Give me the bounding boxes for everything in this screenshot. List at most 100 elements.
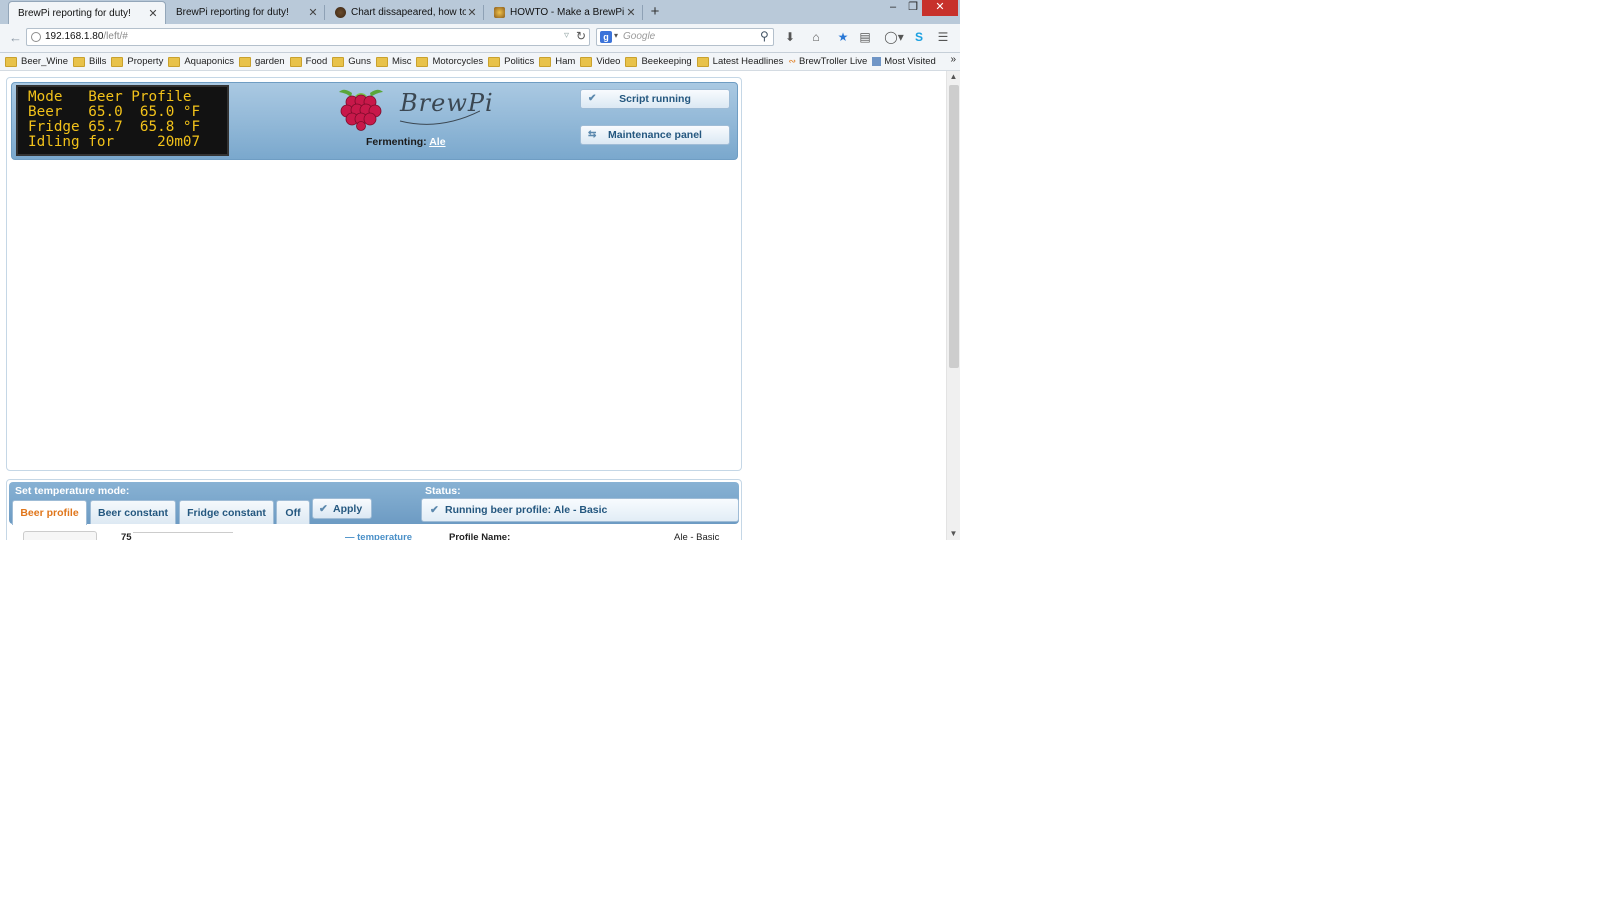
tab-brewpi-2[interactable]: BrewPi reporting for duty! ✕ (167, 1, 325, 24)
search-icon[interactable]: ⚲ (760, 29, 769, 43)
scroll-up-arrow-icon[interactable]: ▲ (947, 71, 960, 83)
bookmark-video[interactable]: Video (580, 56, 620, 67)
bookmark-bills[interactable]: Bills (73, 56, 106, 67)
folder-icon (111, 56, 124, 67)
bookmark-most-visited[interactable]: Most Visited (872, 56, 936, 67)
close-icon[interactable]: ✕ (307, 6, 319, 19)
chart-axis-tick: 75 (121, 532, 132, 540)
folder-icon (625, 56, 638, 67)
close-icon[interactable]: ✕ (625, 6, 637, 19)
scroll-down-arrow-icon[interactable]: ▼ (947, 528, 960, 540)
bookmark-politics[interactable]: Politics (488, 56, 534, 67)
legend-temperature: — temperature (345, 532, 413, 540)
close-icon[interactable]: ✕ (466, 6, 478, 19)
page-icon (872, 57, 882, 66)
profile-selector-partial[interactable] (23, 531, 97, 540)
bookmark-property[interactable]: Property (111, 56, 163, 67)
lcd-line: Idling for 20m07 (28, 134, 201, 150)
google-search-engine-icon[interactable]: g (600, 31, 612, 43)
profile-chart-partial (133, 532, 233, 540)
close-icon[interactable]: ✕ (147, 7, 159, 20)
tab-title: Chart dissapeared, how to ... (351, 7, 466, 18)
fermenting-info: Fermenting: Ale (366, 136, 446, 148)
swap-icon: ⇆ (588, 129, 597, 140)
bookmarks-menu-icon[interactable]: ▤ (858, 30, 872, 44)
tab-brewpi-1[interactable]: BrewPi reporting for duty! ✕ (8, 1, 166, 24)
engine-dropdown-icon[interactable]: ▾ (614, 31, 618, 40)
lcd-line: Fridge 65.7 65.8 °F (28, 119, 201, 135)
skype-icon[interactable]: S (912, 30, 926, 44)
window-close-button[interactable]: ✕ (922, 0, 958, 16)
more-bookmarks-chevron-icon[interactable]: » (950, 54, 956, 65)
folder-icon (416, 56, 429, 67)
profile-name-label: Profile Name: (449, 532, 511, 540)
tab-chart-dissapeared[interactable]: Chart dissapeared, how to ... ✕ (326, 1, 484, 24)
browser-window: BrewPi reporting for duty! ✕ BrewPi repo… (0, 0, 960, 540)
download-icon[interactable]: ⬇ (783, 30, 797, 44)
fermenting-label: Fermenting: (366, 136, 427, 148)
tab-title: HOWTO - Make a BrewPi F... (510, 7, 625, 18)
beer-name-link[interactable]: Ale (429, 136, 445, 148)
page-content: Mode Beer Profile Beer 65.0 65.0 °F Fridge… (0, 71, 946, 540)
address-bar[interactable]: 192.168.1.80/left/# ▿ ↻ (26, 28, 590, 46)
bookmark-food[interactable]: Food (289, 56, 327, 67)
bookmark-beer-wine[interactable]: Beer_Wine (5, 56, 68, 67)
bookmark-star-icon[interactable]: ★ (836, 30, 850, 44)
tab-beer-constant[interactable]: Beer constant (90, 500, 176, 524)
tab-fridge-constant[interactable]: Fridge constant (179, 500, 274, 524)
bookmark-beekeeping[interactable]: Beekeeping (625, 56, 692, 67)
bookmark-brewtroller-live[interactable]: ∾ BrewTroller Live (788, 56, 867, 67)
folder-icon (238, 56, 251, 67)
folder-icon (5, 56, 17, 67)
maintenance-panel-button[interactable]: ⇆ Maintenance panel (580, 125, 730, 145)
bookmark-latest-headlines[interactable]: Latest Headlines (696, 56, 783, 67)
tab-title: BrewPi reporting for duty! (176, 7, 289, 18)
control-panel: Set temperature mode: Status: Beer profi… (6, 479, 742, 540)
vertical-scrollbar[interactable]: ▲ ▼ (946, 71, 960, 540)
hamburger-menu-icon[interactable]: ☰ (936, 30, 950, 44)
set-mode-label: Set temperature mode: (15, 485, 130, 497)
search-bar[interactable]: g ▾ Google ⚲ (596, 28, 774, 46)
lcd-line: Mode Beer Profile (28, 89, 192, 105)
bookmark-ham[interactable]: Ham (539, 56, 575, 67)
minimize-button[interactable]: – (882, 0, 904, 16)
status-label: Status: (425, 485, 461, 497)
reload-icon[interactable]: ↻ (576, 29, 586, 43)
check-icon: ✔ (588, 93, 597, 104)
temperature-chart-area (11, 166, 737, 466)
control-bar: Set temperature mode: Status: Beer profi… (9, 482, 739, 525)
folder-icon (539, 56, 552, 67)
bookmark-garden[interactable]: garden (238, 56, 285, 67)
apply-button[interactable]: ✔ Apply (312, 498, 372, 519)
bookmarks-toolbar: Beer_Wine Bills Property Aquaponics gard… (0, 53, 960, 71)
folder-icon (289, 56, 302, 67)
tab-strip: BrewPi reporting for duty! ✕ BrewPi repo… (0, 0, 960, 24)
bookmark-misc[interactable]: Misc (375, 56, 411, 67)
check-icon: ✔ (430, 504, 439, 516)
url-text[interactable]: 192.168.1.80/left/# (45, 31, 128, 42)
bookmark-aquaponics[interactable]: Aquaponics (168, 56, 234, 67)
status-text: Running beer profile: Ale - Basic (445, 504, 608, 516)
forum-favicon-icon (335, 7, 346, 18)
back-arrow-icon[interactable]: ← (7, 29, 24, 46)
lcd-display: Mode Beer Profile Beer 65.0 65.0 °F Fridge… (16, 85, 229, 156)
script-running-button[interactable]: ✔ Script running (580, 89, 730, 109)
scrollbar-thumb[interactable] (949, 85, 959, 368)
addon-icon[interactable]: ◯▾ (882, 30, 906, 44)
bookmark-motorcycles[interactable]: Motorcycles (416, 56, 483, 67)
restore-button[interactable]: ❐ (902, 0, 924, 16)
instructables-favicon-icon (494, 7, 505, 18)
tab-title: BrewPi reporting for duty! (18, 7, 131, 19)
folder-icon (696, 56, 709, 67)
lcd-line: Beer 65.0 65.0 °F (28, 104, 201, 120)
bookmark-guns[interactable]: Guns (332, 56, 371, 67)
home-icon[interactable]: ⌂ (809, 30, 823, 44)
history-dropdown-icon[interactable]: ▿ (564, 30, 569, 41)
feed-icon: ∾ (788, 56, 796, 66)
folder-icon (168, 56, 181, 67)
tab-howto[interactable]: HOWTO - Make a BrewPi F... ✕ (485, 1, 643, 24)
tab-off[interactable]: Off (276, 500, 310, 524)
tab-beer-profile[interactable]: Beer profile (12, 500, 87, 525)
new-tab-button[interactable]: + (648, 2, 662, 22)
folder-icon (332, 56, 345, 67)
